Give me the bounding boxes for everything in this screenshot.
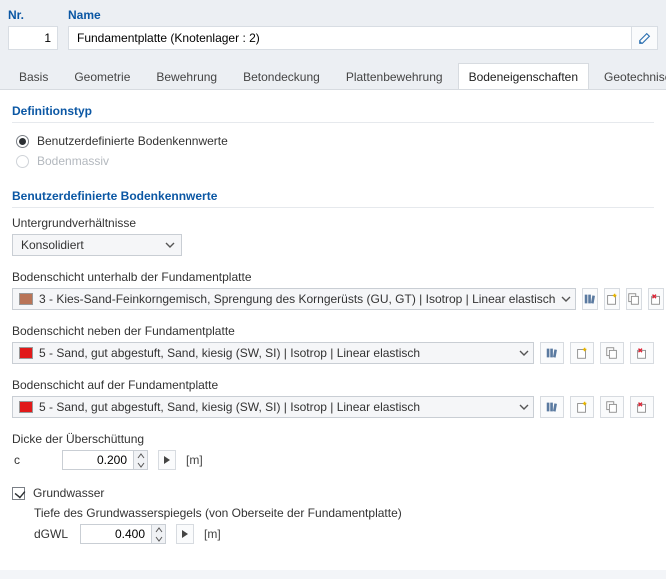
radio-icon (16, 135, 29, 148)
tab-betondeckung[interactable]: Betondeckung (232, 63, 331, 90)
new-icon (605, 292, 619, 306)
library-button[interactable] (540, 396, 564, 418)
name-label: Name (68, 8, 658, 26)
layer-below-swatch (19, 293, 33, 305)
checkbox-icon (12, 487, 25, 500)
section-title-userdef: Benutzerdefinierte Bodenkennwerte (12, 183, 654, 208)
dgwl-spinner[interactable] (80, 524, 166, 544)
c-symbol: c (12, 453, 52, 467)
layer-beside-label: Bodenschicht neben der Fundamentplatte (12, 324, 654, 338)
groundwater-label: Grundwasser (33, 486, 104, 500)
tab-bodeneigenschaften[interactable]: Bodeneigenschaften (458, 63, 589, 90)
spin-down-button[interactable] (134, 460, 147, 469)
dgwl-symbol: dGWL (12, 527, 70, 541)
dgwl-unit: [m] (204, 527, 221, 541)
name-input[interactable] (68, 26, 632, 50)
chevron-down-icon (519, 348, 529, 358)
radio-bodenmassiv-label: Bodenmassiv (37, 154, 109, 168)
copy-button[interactable] (600, 342, 624, 364)
nr-input[interactable] (8, 26, 58, 50)
subgrade-value: Konsolidiert (21, 238, 84, 252)
copy-button[interactable] (600, 396, 624, 418)
delete-icon (635, 400, 649, 414)
library-icon (583, 292, 597, 306)
gw-depth-label: Tiefe des Grundwasserspiegels (von Obers… (12, 506, 654, 520)
library-icon (545, 400, 559, 414)
layer-on-swatch (19, 401, 33, 413)
library-icon (545, 346, 559, 360)
subgrade-select[interactable]: Konsolidiert (12, 234, 182, 256)
layer-below-select[interactable]: 3 - Kies-Sand-Feinkorngemisch, Sprengung… (12, 288, 576, 310)
subgrade-label: Untergrundverhältnisse (12, 216, 654, 230)
layer-beside-swatch (19, 347, 33, 359)
c-input[interactable] (63, 451, 133, 469)
spin-up-button[interactable] (152, 525, 165, 534)
tab-bewehrung[interactable]: Bewehrung (145, 63, 228, 90)
new-button[interactable] (570, 396, 594, 418)
dgwl-input[interactable] (81, 525, 151, 543)
section-title-definitionstyp: Definitionstyp (12, 98, 654, 123)
tab-basis[interactable]: Basis (8, 63, 59, 90)
layer-below-label: Bodenschicht unterhalb der Fundamentplat… (12, 270, 654, 284)
c-unit: [m] (186, 453, 203, 467)
layer-beside-value: 5 - Sand, gut abgestuft, Sand, kiesig (S… (39, 346, 513, 360)
delete-button[interactable] (630, 396, 654, 418)
edit-name-button[interactable] (632, 26, 658, 50)
copy-button[interactable] (626, 288, 642, 310)
copy-icon (605, 400, 619, 414)
delete-button[interactable] (630, 342, 654, 364)
delete-icon (635, 346, 649, 360)
layer-on-select[interactable]: 5 - Sand, gut abgestuft, Sand, kiesig (S… (12, 396, 534, 418)
groundwater-checkbox[interactable]: Grundwasser (12, 484, 654, 502)
tab-geometrie[interactable]: Geometrie (63, 63, 141, 90)
spin-up-button[interactable] (134, 451, 147, 460)
c-spinner[interactable] (62, 450, 148, 470)
layer-on-value: 5 - Sand, gut abgestuft, Sand, kiesig (S… (39, 400, 513, 414)
library-button[interactable] (582, 288, 598, 310)
copy-icon (627, 292, 641, 306)
copy-icon (605, 346, 619, 360)
edit-icon (638, 31, 652, 45)
thickness-label: Dicke der Überschüttung (12, 432, 654, 446)
tab-geotechnische-konfiguration[interactable]: Geotechnische Konfiguration (593, 63, 666, 90)
new-button[interactable] (570, 342, 594, 364)
library-button[interactable] (540, 342, 564, 364)
nr-label: Nr. (8, 8, 58, 26)
radio-bodenmassiv[interactable]: Bodenmassiv (12, 151, 654, 171)
chevron-down-icon (561, 294, 571, 304)
radio-icon (16, 155, 29, 168)
delete-icon (649, 292, 663, 306)
tab-bar: Basis Geometrie Bewehrung Betondeckung P… (0, 50, 666, 90)
chevron-down-icon (165, 240, 175, 250)
layer-below-value: 3 - Kies-Sand-Feinkorngemisch, Sprengung… (39, 292, 555, 306)
apply-button[interactable] (158, 450, 176, 470)
play-icon (181, 529, 189, 539)
radio-user-defined-label: Benutzerdefinierte Bodenkennwerte (37, 134, 228, 148)
delete-button[interactable] (648, 288, 664, 310)
play-icon (163, 455, 171, 465)
new-icon (575, 400, 589, 414)
layer-on-label: Bodenschicht auf der Fundamentplatte (12, 378, 654, 392)
new-button[interactable] (604, 288, 620, 310)
tab-plattenbewehrung[interactable]: Plattenbewehrung (335, 63, 454, 90)
radio-user-defined[interactable]: Benutzerdefinierte Bodenkennwerte (12, 131, 654, 151)
apply-button[interactable] (176, 524, 194, 544)
new-icon (575, 346, 589, 360)
layer-beside-select[interactable]: 5 - Sand, gut abgestuft, Sand, kiesig (S… (12, 342, 534, 364)
chevron-down-icon (519, 402, 529, 412)
spin-down-button[interactable] (152, 534, 165, 543)
